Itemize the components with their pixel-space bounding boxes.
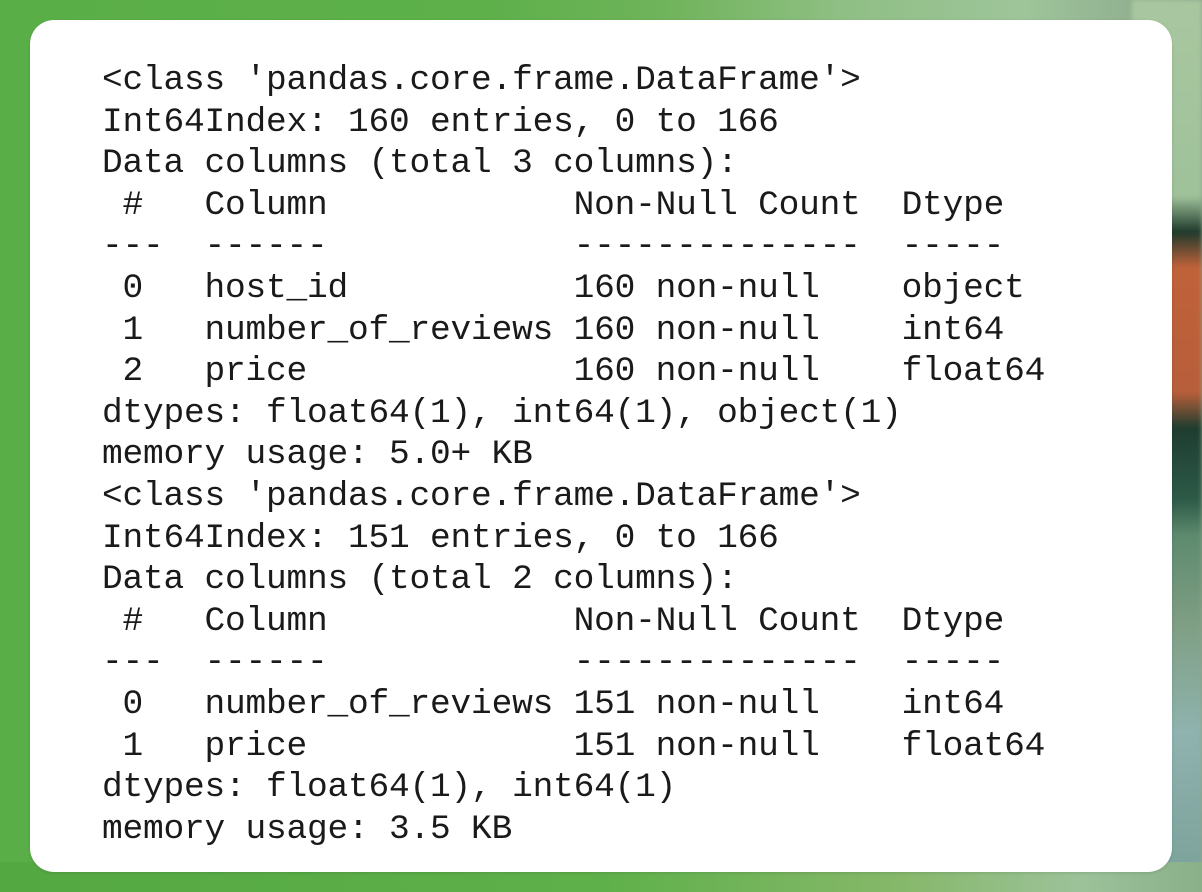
table-row: 1 price 151 non-null float64: [102, 726, 1046, 766]
table-separator: --- ------ -------------- -----: [102, 643, 1005, 683]
memory-line: memory usage: 3.5 KB: [102, 809, 513, 849]
table-header: # Column Non-Null Count Dtype: [102, 185, 1005, 225]
table-header: # Column Non-Null Count Dtype: [102, 601, 1005, 641]
class-line: <class 'pandas.core.frame.DataFrame'>: [102, 476, 861, 516]
table-row: 2 price 160 non-null float64: [102, 352, 1046, 392]
dataframe-info-output: <class 'pandas.core.frame.DataFrame'> Int…: [102, 60, 1045, 850]
memory-line: memory usage: 5.0+ KB: [102, 435, 533, 475]
table-row: 0 number_of_reviews 151 non-null int64: [102, 684, 1005, 724]
columns-line: Data columns (total 3 columns):: [102, 144, 738, 184]
class-line: <class 'pandas.core.frame.DataFrame'>: [102, 61, 861, 100]
table-separator: --- ------ -------------- -----: [102, 227, 1005, 267]
table-row: 1 number_of_reviews 160 non-null int64: [102, 310, 1005, 350]
output-card: <class 'pandas.core.frame.DataFrame'> Int…: [30, 20, 1172, 872]
dtypes-line: dtypes: float64(1), int64(1), object(1): [102, 393, 902, 433]
index-line: Int64Index: 151 entries, 0 to 166: [102, 518, 779, 558]
columns-line: Data columns (total 2 columns):: [102, 560, 738, 600]
index-line: Int64Index: 160 entries, 0 to 166: [102, 102, 779, 142]
dtypes-line: dtypes: float64(1), int64(1): [102, 768, 677, 808]
table-row: 0 host_id 160 non-null object: [102, 268, 1025, 308]
